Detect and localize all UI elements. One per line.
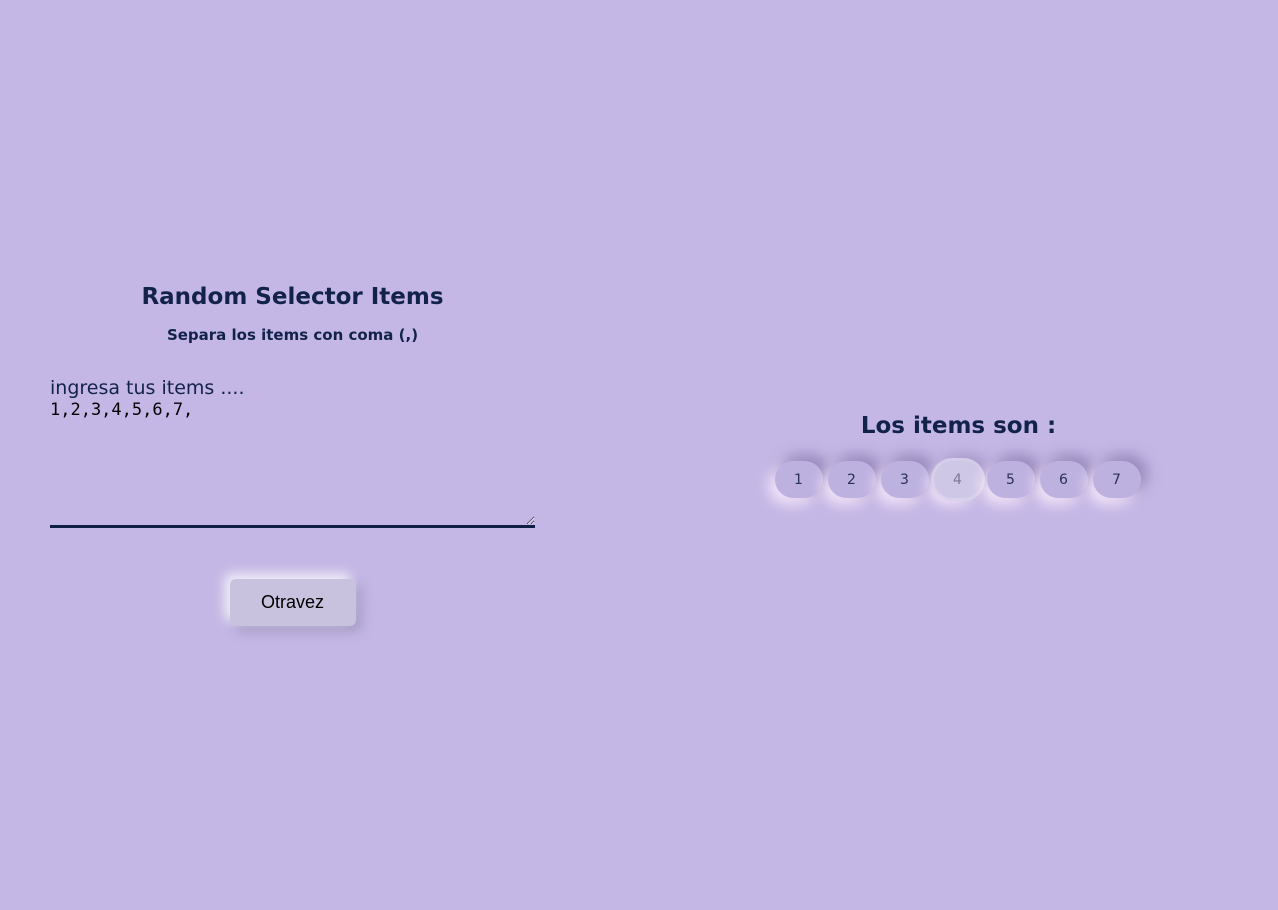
results-panel: Los items son : 1 2 3 4 5 6 7: [700, 408, 1217, 498]
items-list: 1 2 3 4 5 6 7: [698, 461, 1217, 498]
page-title: Random Selector Items: [141, 284, 444, 310]
input-panel: Random Selector Items Separa los items c…: [50, 280, 535, 626]
item-chip: 6: [1039, 461, 1088, 498]
button-row: Otravez: [50, 579, 535, 626]
item-chip: 2: [827, 461, 876, 498]
instructions-text: Separa los items con coma (,): [166, 326, 419, 344]
items-input-label: ingresa tus items ....: [50, 377, 245, 399]
item-chip: 7: [1092, 461, 1141, 498]
items-textarea[interactable]: [50, 400, 535, 528]
again-button[interactable]: Otravez: [229, 579, 356, 626]
item-chip-selected: 4: [933, 461, 982, 498]
item-chip: 1: [774, 461, 823, 498]
item-chip: 3: [880, 461, 929, 498]
page: Random Selector Items Separa los items c…: [0, 0, 1278, 910]
results-title: Los items son :: [860, 413, 1057, 439]
item-chip: 5: [986, 461, 1035, 498]
